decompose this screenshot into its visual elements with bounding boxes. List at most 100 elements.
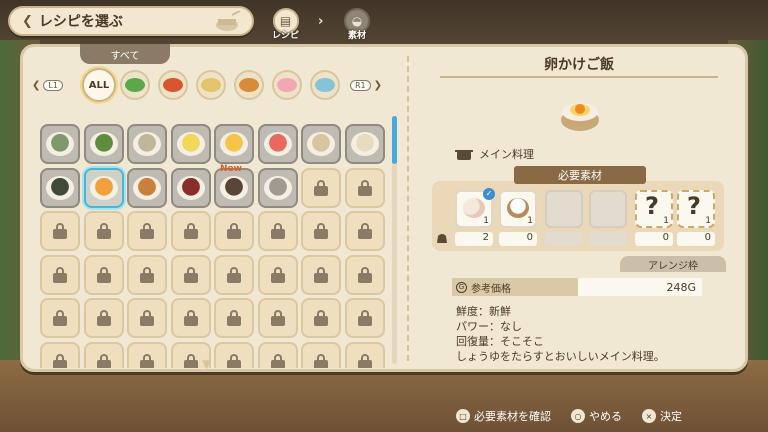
scrollbar-thumb[interactable]	[392, 116, 397, 164]
locked-recipe-slot[interactable]	[214, 298, 254, 338]
recipe-grid: New	[36, 116, 388, 368]
lock-icon	[96, 353, 111, 368]
unknown-ingredient-icon: ?	[645, 192, 659, 220]
ingredient-slot[interactable]: 1	[499, 190, 537, 228]
ingredient-slot[interactable]: ? 1	[635, 190, 673, 228]
locked-recipe-slot[interactable]	[301, 298, 341, 338]
recipe-slot[interactable]	[83, 124, 124, 164]
locked-recipe-slot[interactable]	[83, 341, 124, 368]
locked-recipe-slot[interactable]	[170, 211, 211, 251]
eggs-icon	[463, 198, 485, 218]
confirm-prompt[interactable]: × 決定	[642, 408, 682, 424]
locked-recipe-slot[interactable]	[127, 298, 167, 338]
recipe-slot[interactable]	[127, 167, 167, 208]
recipe-slot[interactable]: New	[214, 164, 254, 208]
lock-icon	[227, 353, 241, 368]
locked-recipe-slot[interactable]	[301, 341, 341, 368]
locked-recipe-slot[interactable]	[40, 298, 80, 338]
side-dish-icon	[201, 78, 221, 92]
category-tab-salad[interactable]	[120, 70, 150, 100]
category-tab-fried[interactable]	[234, 70, 264, 100]
category-tab-all[interactable]: ALL	[82, 68, 116, 102]
locked-recipe-slot[interactable]	[214, 341, 254, 368]
locked-recipe-slot[interactable]	[170, 254, 211, 295]
category-tab-drink[interactable]	[310, 70, 340, 100]
lock-icon	[140, 266, 154, 283]
lock-icon	[183, 353, 198, 368]
required-ingredients-label: 必要素材	[514, 166, 646, 184]
power-text: パワー：なし	[456, 320, 522, 333]
locked-recipe-slot[interactable]	[127, 254, 167, 295]
locked-recipe-slot[interactable]	[344, 341, 385, 368]
breadcrumb-recipe[interactable]: ▤ レシピ	[272, 8, 299, 41]
locked-recipe-slot[interactable]	[301, 254, 341, 295]
category-tab-side[interactable]	[196, 70, 226, 100]
recipe-slot[interactable]	[214, 124, 254, 164]
ingredient-slot[interactable]	[589, 190, 627, 228]
category-tab-soup[interactable]	[158, 70, 188, 100]
price-value: 248G	[578, 278, 702, 296]
locked-recipe-slot[interactable]	[257, 211, 298, 251]
recipe-slot[interactable]	[127, 124, 167, 164]
scroll-down-icon: ▼	[202, 357, 212, 371]
lock-icon	[357, 223, 372, 239]
lock-icon	[53, 353, 67, 368]
locked-recipe-slot[interactable]	[257, 298, 298, 338]
berry-cake-icon	[176, 175, 205, 200]
locked-recipe-slot[interactable]	[83, 254, 124, 295]
r1-key-icon: R1	[350, 80, 371, 91]
locked-recipe-slot[interactable]	[170, 298, 211, 338]
locked-recipe-slot[interactable]	[127, 341, 167, 368]
unknown-ingredient-icon: ?	[687, 192, 701, 220]
prev-category-button[interactable]: ❮ L1	[32, 80, 63, 91]
locked-recipe-slot[interactable]	[344, 167, 385, 208]
locked-recipe-slot[interactable]	[301, 167, 341, 208]
locked-recipe-slot[interactable]	[40, 254, 80, 295]
recipe-grid-scrollbar[interactable]	[392, 116, 397, 364]
recipe-slot[interactable]	[257, 167, 298, 208]
next-category-button[interactable]: R1 ❯	[350, 80, 382, 91]
check-ingredients-prompt[interactable]: □ 必要素材を確認	[456, 408, 551, 424]
screen-title-bar: ❮ レシピを選ぶ	[8, 6, 254, 36]
recipe-slot[interactable]	[301, 124, 341, 164]
circle-button-icon: ○	[571, 409, 585, 423]
recipe-slot[interactable]	[170, 167, 211, 208]
locked-recipe-slot[interactable]	[40, 211, 80, 251]
glass-drink-icon	[263, 175, 292, 200]
ingredient-slot[interactable]: ? 1	[677, 190, 715, 228]
lock-icon	[53, 223, 67, 239]
ingredient-slot[interactable]	[545, 190, 583, 228]
lock-icon	[357, 353, 372, 368]
dish-category-label: メイン料理	[479, 148, 534, 161]
category-tab-cake[interactable]	[272, 70, 302, 100]
locked-recipe-slot[interactable]	[83, 298, 124, 338]
locked-recipe-slot[interactable]	[257, 341, 298, 368]
locked-recipe-slot[interactable]	[301, 211, 341, 251]
recipe-slot[interactable]	[170, 124, 211, 164]
cancel-prompt[interactable]: ○ やめる	[571, 408, 622, 424]
ingredient-slot[interactable]: 1 ✓	[455, 188, 495, 228]
locked-recipe-slot[interactable]	[214, 211, 254, 251]
breadcrumb-ingredients[interactable]: ◒ 素材	[344, 8, 370, 41]
owned-count: 0	[635, 232, 673, 246]
locked-recipe-slot[interactable]	[83, 211, 124, 251]
locked-recipe-slot[interactable]	[257, 254, 298, 295]
locked-recipe-slot[interactable]	[344, 254, 385, 295]
locked-recipe-slot[interactable]	[40, 341, 80, 368]
scrambled-egg-icon	[176, 132, 205, 156]
rice-cake-icon	[307, 132, 335, 156]
category-tabs: ❮ L1 ALL R1 ❯	[32, 68, 392, 106]
recipe-slot[interactable]	[40, 124, 80, 164]
locked-recipe-slot[interactable]	[344, 211, 385, 251]
locked-recipe-slot[interactable]	[214, 254, 254, 295]
recipe-slot[interactable]	[40, 167, 80, 208]
recipe-slot[interactable]	[257, 124, 298, 164]
recipe-slot[interactable]	[344, 124, 385, 164]
required-count: 1	[483, 216, 489, 226]
arrange-slot-tab[interactable]: アレンジ枠	[620, 256, 726, 272]
locked-recipe-slot[interactable]	[127, 211, 167, 251]
cake-icon	[277, 78, 297, 92]
lock-icon	[314, 223, 328, 239]
locked-recipe-slot[interactable]	[344, 298, 385, 338]
recipe-slot[interactable]	[83, 167, 124, 208]
